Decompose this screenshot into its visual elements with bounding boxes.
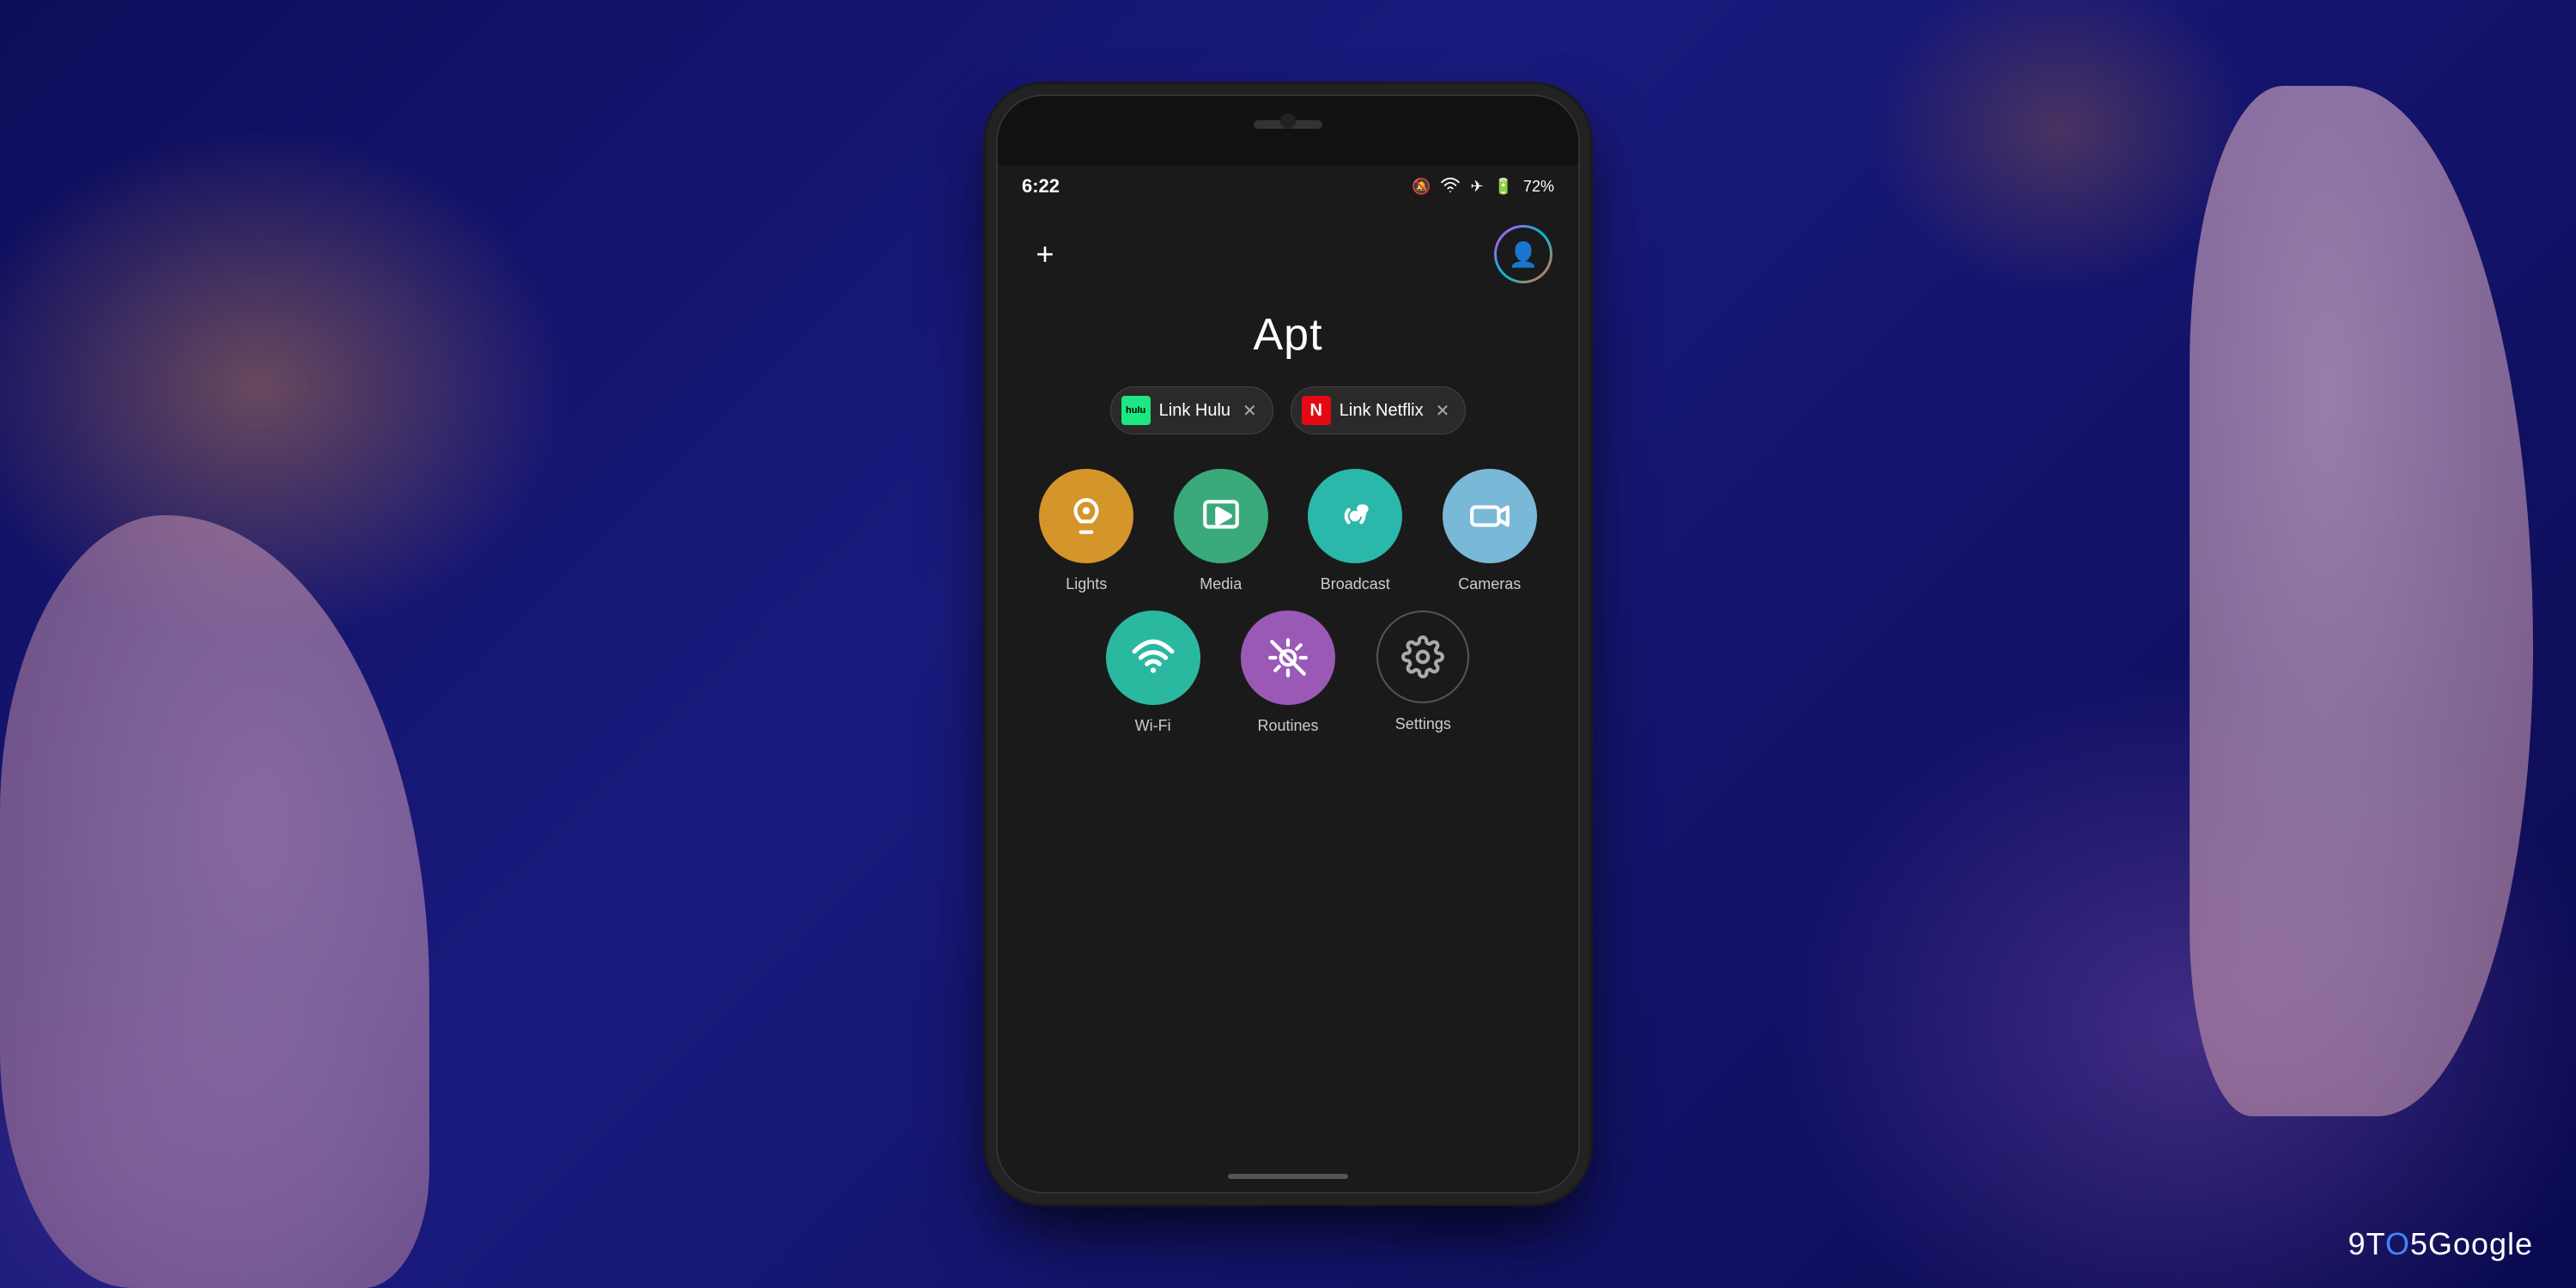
hulu-icon: hulu [1121, 396, 1151, 425]
phone-wrapper: 6:22 🔕 ✈ 🔋 72% + [996, 94, 1580, 1194]
cameras-circle [1443, 469, 1537, 563]
avatar[interactable]: 👤 [1494, 225, 1552, 283]
cameras-label: Cameras [1458, 575, 1521, 593]
watermark-suffix: 5Google [2410, 1226, 2533, 1261]
routines-circle [1241, 611, 1335, 705]
airplane-icon: ✈ [1470, 178, 1483, 196]
watermark-prefix: 9T [2348, 1226, 2385, 1261]
chip-hulu-label: Link Hulu [1159, 401, 1230, 421]
app-title: Apt [1253, 309, 1322, 361]
broadcast-circle: 2 [1308, 469, 1402, 563]
notch-area [998, 96, 1578, 165]
chip-hulu-close[interactable]: ✕ [1242, 400, 1257, 422]
media-circle [1174, 469, 1268, 563]
chips-row: hulu Link Hulu ✕ N Link Netflix ✕ [1110, 386, 1467, 434]
home-indicator [1228, 1174, 1348, 1179]
netflix-icon: N [1302, 396, 1331, 425]
watermark-o: O [2385, 1226, 2410, 1261]
main-icons-grid: Lights Media [1024, 469, 1552, 593]
cameras-item[interactable]: Cameras [1427, 469, 1553, 593]
wifi-label: Wi-Fi [1135, 717, 1171, 735]
status-bar: 6:22 🔕 ✈ 🔋 72% [998, 165, 1578, 208]
wifi-status-icon [1441, 177, 1460, 197]
chip-netflix-close[interactable]: ✕ [1436, 400, 1450, 422]
wifi-item[interactable]: Wi-Fi [1090, 611, 1216, 735]
battery-icon: 🔋 [1494, 178, 1513, 196]
settings-item[interactable]: Settings [1360, 611, 1486, 735]
front-camera [1280, 113, 1296, 129]
lights-label: Lights [1066, 575, 1107, 593]
lights-circle [1039, 469, 1133, 563]
broadcast-icon: 2 [1334, 495, 1376, 538]
routines-icon [1267, 636, 1309, 679]
add-button[interactable]: + [1024, 233, 1066, 276]
svg-text:2: 2 [1358, 505, 1364, 517]
secondary-icons-grid: Wi-Fi [1090, 611, 1486, 735]
settings-label: Settings [1395, 715, 1451, 733]
phone-device: 6:22 🔕 ✈ 🔋 72% + [996, 94, 1580, 1194]
watermark: 9TO5Google [2348, 1226, 2534, 1262]
status-icons: 🔕 ✈ 🔋 72% [1412, 177, 1554, 197]
status-time: 6:22 [1022, 175, 1060, 197]
media-icon [1200, 495, 1242, 538]
battery-percentage: 72% [1523, 178, 1554, 196]
settings-icon [1401, 635, 1444, 678]
screen-content: + 👤 Apt hulu Link Hulu ✕ N Link Netflix [998, 208, 1578, 1192]
media-item[interactable]: Media [1158, 469, 1285, 593]
phone-screen: 6:22 🔕 ✈ 🔋 72% + [998, 96, 1578, 1192]
routines-label: Routines [1257, 717, 1318, 735]
lights-item[interactable]: Lights [1024, 469, 1150, 593]
chip-hulu[interactable]: hulu Link Hulu ✕ [1110, 386, 1273, 434]
broadcast-item[interactable]: 2 Broadcast [1292, 469, 1419, 593]
settings-circle [1376, 611, 1469, 703]
chip-netflix-label: Link Netflix [1340, 401, 1424, 421]
broadcast-label: Broadcast [1321, 575, 1390, 593]
media-label: Media [1200, 575, 1242, 593]
routines-item[interactable]: Routines [1224, 611, 1351, 735]
chip-netflix[interactable]: N Link Netflix ✕ [1291, 386, 1467, 434]
bulb-icon [1065, 495, 1108, 538]
wifi-icon [1132, 636, 1175, 679]
mute-icon: 🔕 [1412, 178, 1431, 196]
camera-icon [1468, 495, 1511, 538]
top-bar: + 👤 [1024, 225, 1552, 283]
wifi-circle [1106, 611, 1200, 705]
